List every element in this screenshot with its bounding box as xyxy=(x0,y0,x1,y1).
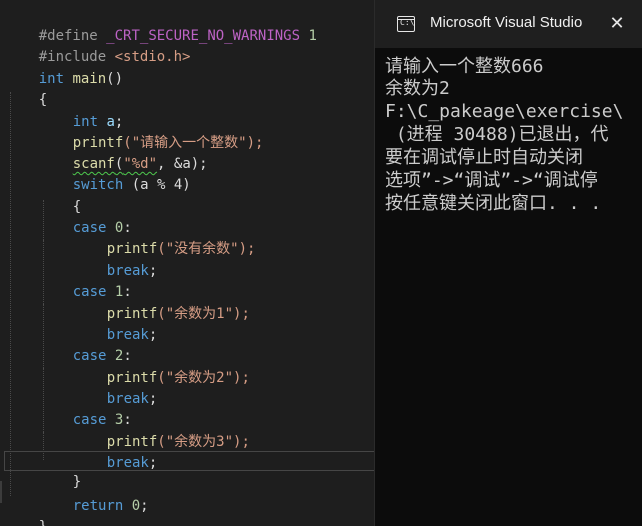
semicolon: ; xyxy=(148,391,158,407)
code-line-case2[interactable]: case 2: xyxy=(39,325,132,364)
code-line-case3[interactable]: case 3: xyxy=(39,389,132,428)
code-line-case3-printf[interactable]: printf("余数为3"); xyxy=(73,411,250,450)
console-output-line: 选项”->“调试”->“调试停 xyxy=(385,170,598,191)
code-line-break3[interactable]: break; xyxy=(73,432,158,471)
string-literal: ("没有余数"); xyxy=(157,241,256,257)
code-line-break1[interactable]: break; xyxy=(73,304,158,343)
code-line-include[interactable]: #include <stdio.h> xyxy=(5,26,191,65)
code-line-printf[interactable]: printf("请输入一个整数"); xyxy=(39,112,264,151)
code-line-case1-printf[interactable]: printf("余数为1"); xyxy=(73,283,250,322)
semicolon: ; xyxy=(140,498,149,514)
string-literal: ("余数为3"); xyxy=(157,434,250,450)
code-line-case2-printf[interactable]: printf("余数为2"); xyxy=(73,347,250,386)
code-line-case1[interactable]: case 1: xyxy=(39,261,132,300)
return-keyword: return xyxy=(72,498,124,514)
semicolon: ; xyxy=(148,327,158,343)
console-app-icon: C:\ xyxy=(397,16,415,32)
code-line-case0[interactable]: case 0: xyxy=(39,197,132,236)
fold-margin-marker xyxy=(0,481,2,503)
close-button[interactable]: ✕ xyxy=(605,12,629,36)
code-line-break2[interactable]: break; xyxy=(73,368,158,407)
code-line-decl[interactable]: int a; xyxy=(39,91,124,130)
console-output-line: F:\C_pakeage\exercise\ xyxy=(385,101,624,122)
console-output-line: (进程 30488)已退出，代 xyxy=(385,124,609,145)
semicolon: ; xyxy=(148,263,158,279)
code-line-scanf[interactable]: scanf("%d", &a); xyxy=(39,133,208,172)
console-output-line: 要在调试停止时自动关闭 xyxy=(385,147,583,168)
code-line-brace-open[interactable]: { xyxy=(5,69,47,108)
switch-expression: (a % 4) xyxy=(123,177,191,193)
console-titlebar[interactable]: C:\ Microsoft Visual Studio ✕ xyxy=(375,0,642,48)
code-line-switch-brace-close[interactable]: } xyxy=(39,451,81,490)
semicolon: ; xyxy=(148,455,158,471)
parens: () xyxy=(106,71,124,87)
string-literal: ("余数为1"); xyxy=(157,306,250,322)
console-output-line: 请输入一个整数666 xyxy=(385,56,544,77)
code-line-switch[interactable]: switch (a % 4) xyxy=(39,154,191,193)
code-line-switch-brace-open[interactable]: { xyxy=(39,176,81,215)
code-editor[interactable]: #define _CRT_SECURE_NO_WARNINGS 1 #inclu… xyxy=(0,0,374,526)
function-name: main xyxy=(72,71,107,87)
return-value: 0 xyxy=(131,498,141,514)
string-literal: ("余数为2"); xyxy=(157,370,250,386)
window-title: Microsoft Visual Studio xyxy=(430,14,583,31)
break-keyword: break xyxy=(106,455,149,471)
include-file: <stdio.h> xyxy=(114,49,191,65)
code-line-main[interactable]: int main() xyxy=(5,48,123,87)
brace: } xyxy=(39,519,47,526)
code-line-brace-close[interactable]: } xyxy=(5,496,47,526)
code-line-return[interactable]: return 0; xyxy=(39,475,149,514)
code-line-break0[interactable]: break; xyxy=(73,240,158,279)
console-output-line: 按任意键关闭此窗口. . . xyxy=(385,193,602,214)
code-line-define[interactable]: #define _CRT_SECURE_NO_WARNINGS 1 xyxy=(5,5,317,44)
console-output-line: 余数为2 xyxy=(385,78,450,99)
console-window[interactable]: C:\ Microsoft Visual Studio ✕ 请输入一个整数666… xyxy=(374,0,642,526)
code-line-case0-printf[interactable]: printf("没有余数"); xyxy=(73,218,256,257)
indent-guide xyxy=(10,92,11,496)
macro-value: 1 xyxy=(308,28,317,44)
